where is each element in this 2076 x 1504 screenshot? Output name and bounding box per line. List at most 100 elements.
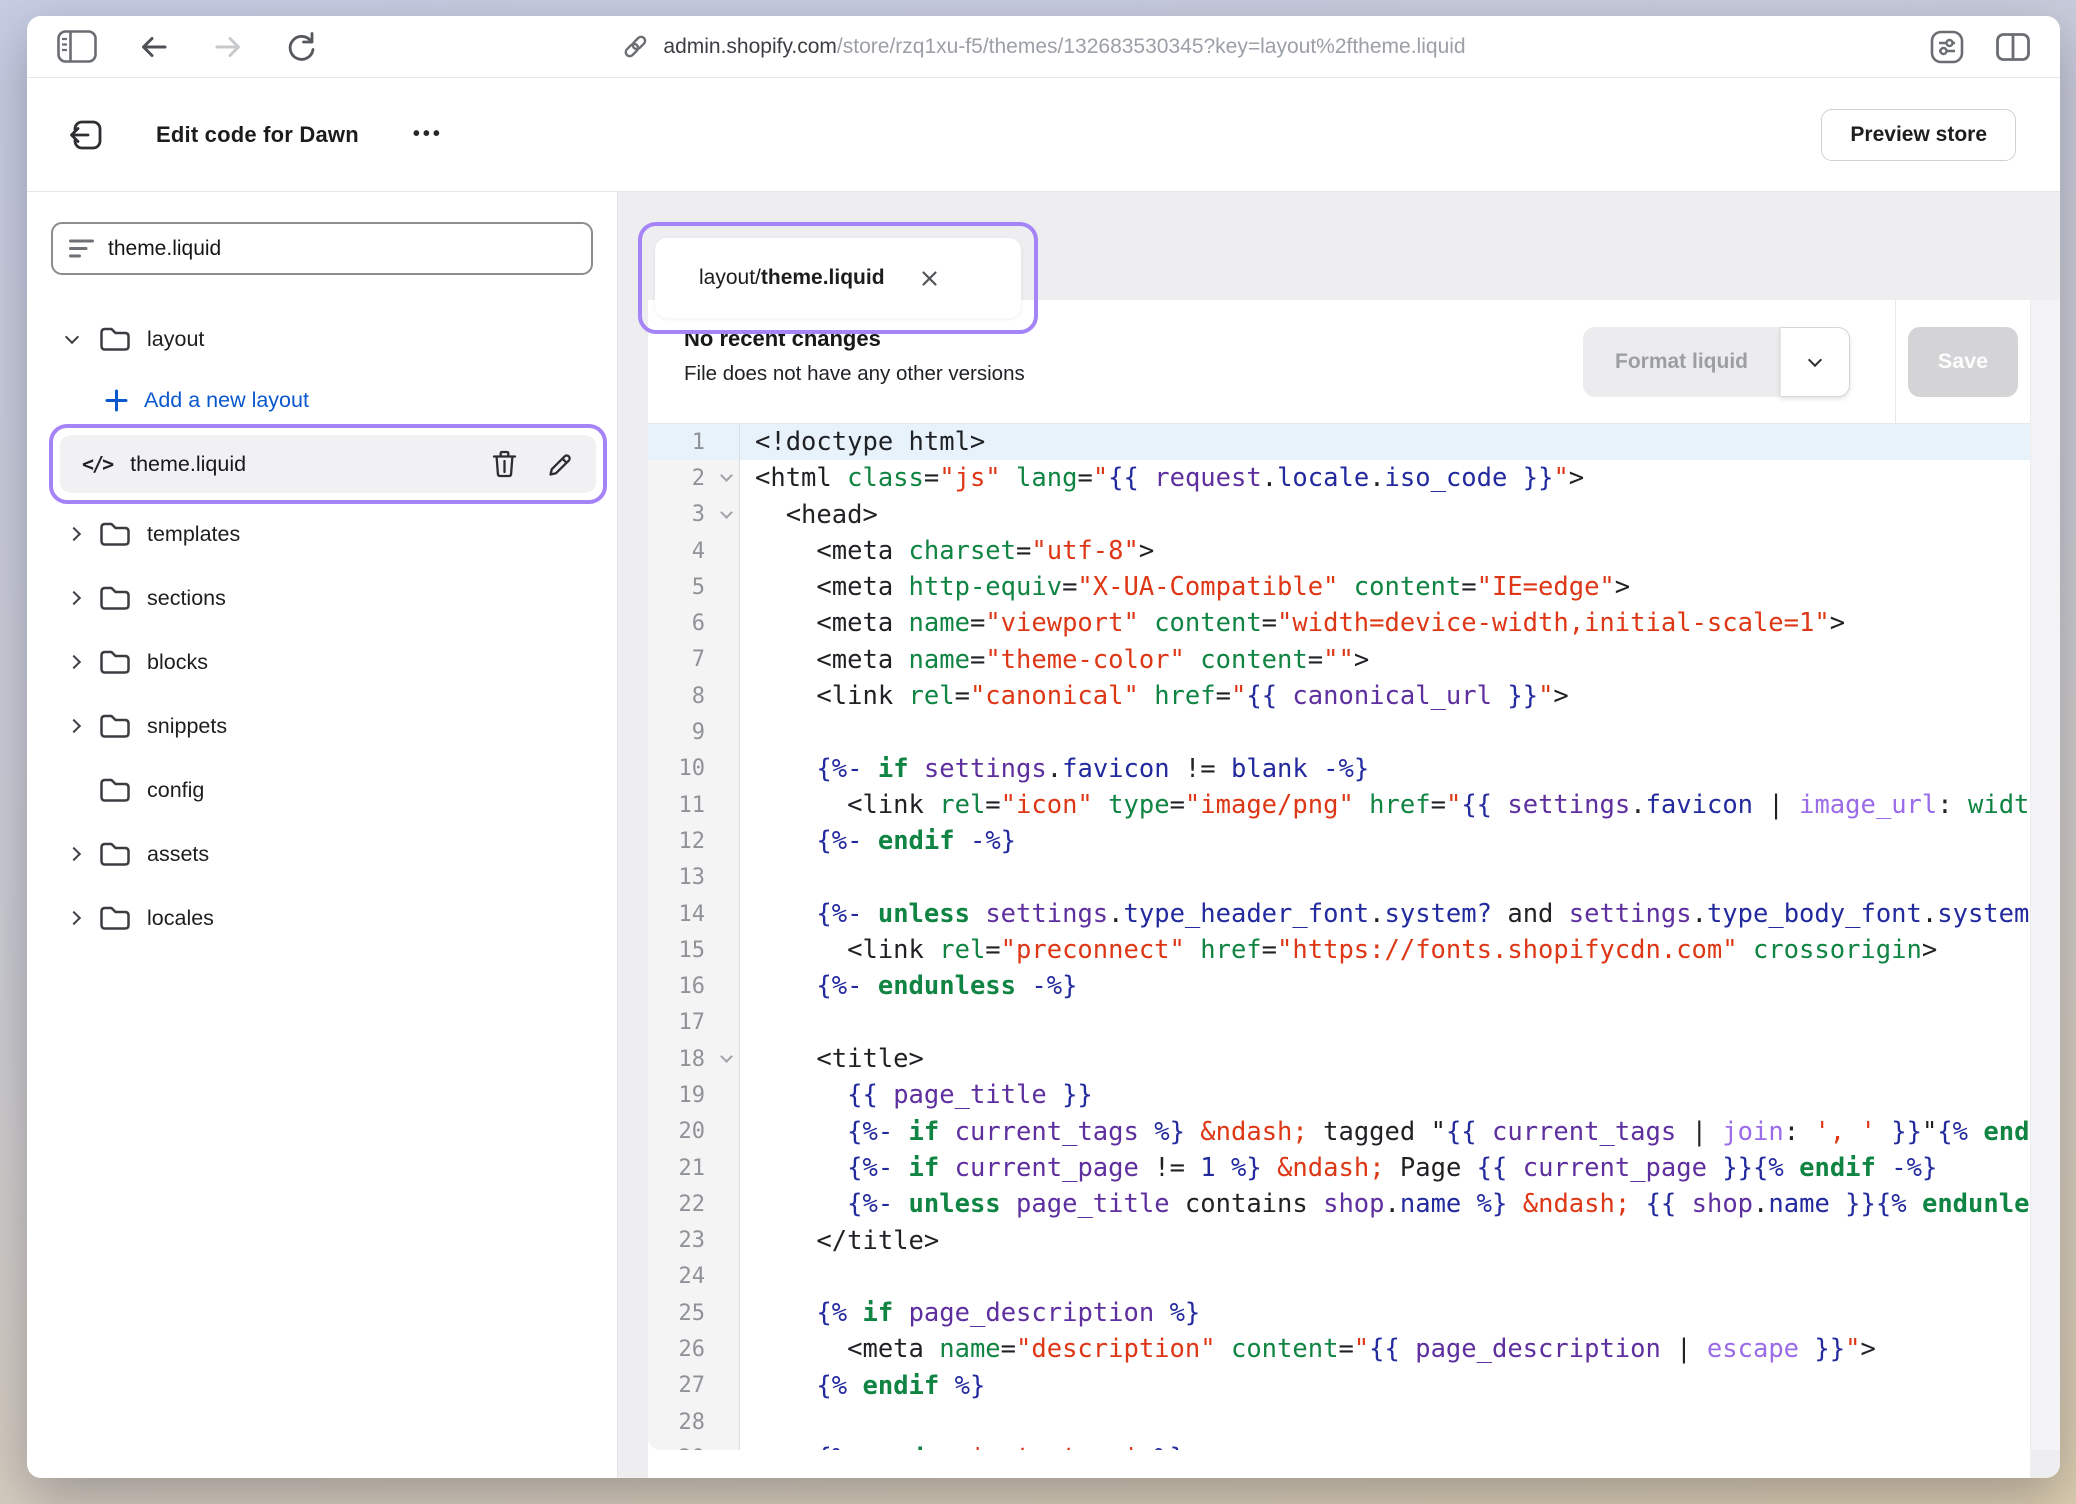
code-line[interactable]: 18 <title> [648,1041,2030,1077]
code-line-text[interactable]: <html class="js" lang="{{ request.locale… [740,460,2030,496]
fold-toggle-icon[interactable] [720,506,733,519]
code-line-text[interactable]: {%- unless page_title contains shop.name… [740,1186,2030,1222]
url-bar[interactable]: admin.shopify.com/store/rzq1xu-f5/themes… [621,16,1465,77]
code-line-text[interactable]: <title> [740,1041,2030,1077]
code-line-text[interactable]: <head> [740,497,2030,533]
split-view-button[interactable] [1996,33,2030,61]
code-line[interactable]: 6 <meta name="viewport" content="width=d… [648,605,2030,641]
code-line-text[interactable] [740,860,2030,896]
code-line[interactable]: 25 {% if page_description %} [648,1295,2030,1331]
chevron-right-icon[interactable] [67,721,99,731]
code-line[interactable]: 9 [648,714,2030,750]
code-line-text[interactable]: {% endif %} [740,1368,2030,1404]
code-line-text[interactable]: {%- if current_tags %} &ndash; tagged "{… [740,1114,2030,1150]
code-line[interactable]: 7 <meta name="theme-color" content=""> [648,642,2030,678]
code-line[interactable]: 1<!doctype html> [648,424,2030,460]
code-line[interactable]: 29 {% render 'meta-tags' %} [648,1440,2030,1450]
code-line-text[interactable] [740,714,2030,750]
code-line[interactable]: 4 <meta charset="utf-8"> [648,533,2030,569]
code-line-text[interactable]: <meta http-equiv="X-UA-Compatible" conte… [740,569,2030,605]
reload-button[interactable] [285,30,317,64]
code-line[interactable]: 12 {%- endif -%} [648,823,2030,859]
code-line[interactable]: 21 {%- if current_page != 1 %} &ndash; P… [648,1150,2030,1186]
add-layout-button[interactable]: Add a new layout [51,378,593,422]
sidebar-folder-blocks[interactable]: blocks [51,640,593,684]
browser-sidebar-toggle-button[interactable] [57,30,97,63]
code-line-text[interactable]: {% if page_description %} [740,1295,2030,1331]
code-line[interactable]: 15 <link rel="preconnect" href="https://… [648,932,2030,968]
sidebar-folder-templates[interactable]: templates [51,512,593,556]
tab-layout-theme-liquid[interactable]: layout/theme.liquid [655,238,1021,318]
code-line[interactable]: 20 {%- if current_tags %} &ndash; tagged… [648,1114,2030,1150]
code-line-text[interactable]: {%- unless settings.type_header_font.sys… [740,896,2030,932]
code-line[interactable]: 28 [648,1404,2030,1440]
exit-editor-button[interactable] [67,117,104,153]
code-line[interactable]: 11 <link rel="icon" type="image/png" hre… [648,787,2030,823]
code-line-text[interactable]: {%- if current_page != 1 %} &ndash; Page… [740,1150,2030,1186]
code-line[interactable]: 23 </title> [648,1223,2030,1259]
sidebar-folder-assets[interactable]: assets [51,832,593,876]
code-line-text[interactable]: {% render 'meta-tags' %} [740,1440,2030,1450]
chevron-right-icon[interactable] [67,529,99,539]
format-liquid-button[interactable]: Format liquid [1583,327,1780,397]
code-line[interactable]: 27 {% endif %} [648,1368,2030,1404]
code-line-text[interactable] [740,1259,2030,1295]
code-line-text[interactable]: <meta name="viewport" content="width=dev… [740,605,2030,641]
code-line[interactable]: 22 {%- unless page_title contains shop.n… [648,1186,2030,1222]
format-dropdown-button[interactable] [1780,327,1850,397]
code-line-text[interactable] [740,1404,2030,1440]
chevron-down-icon[interactable] [67,336,99,342]
code-line[interactable]: 5 <meta http-equiv="X-UA-Compatible" con… [648,569,2030,605]
page-settings-button[interactable] [1930,30,1964,64]
file-filter-box[interactable] [51,222,593,275]
code-line-text[interactable]: <link rel="canonical" href="{{ canonical… [740,678,2030,714]
chevron-right-icon[interactable] [67,593,99,603]
fold-toggle-icon[interactable] [720,1050,733,1063]
save-button[interactable]: Save [1908,327,2018,397]
sidebar-folder-sections[interactable]: sections [51,576,593,620]
code-editor[interactable]: 1<!doctype html>2<html class="js" lang="… [648,424,2030,1450]
code-line-text[interactable]: </title> [740,1223,2030,1259]
code-line-text[interactable]: {{ page_title }} [740,1077,2030,1113]
preview-store-button[interactable]: Preview store [1821,109,2016,161]
code-line-text[interactable]: {%- if settings.favicon != blank -%} [740,751,2030,787]
chevron-right-icon[interactable] [67,849,99,859]
code-line-text[interactable]: {%- endif -%} [740,823,2030,859]
code-line-text[interactable] [740,1005,2030,1041]
sidebar-folder-snippets[interactable]: snippets [51,704,593,748]
back-button[interactable] [137,32,171,62]
code-line-text[interactable]: <meta charset="utf-8"> [740,533,2030,569]
code-line[interactable]: 8 <link rel="canonical" href="{{ canonic… [648,678,2030,714]
more-menu-button[interactable]: ••• [413,123,443,146]
code-line-text[interactable]: <meta name="description" content="{{ pag… [740,1331,2030,1367]
code-line[interactable]: 19 {{ page_title }} [648,1077,2030,1113]
code-line[interactable]: 16 {%- endunless -%} [648,968,2030,1004]
chevron-right-icon[interactable] [67,657,99,667]
fold-toggle-icon[interactable] [720,470,733,483]
sidebar-folder-layout[interactable]: layout [51,317,593,361]
editor-scrollbar[interactable] [2030,300,2060,1450]
code-line[interactable]: 24 [648,1259,2030,1295]
code-line-text[interactable]: <meta name="theme-color" content=""> [740,642,2030,678]
chevron-right-icon[interactable] [67,913,99,923]
sidebar-file-theme-liquid[interactable]: </>theme.liquid [60,435,596,493]
code-line[interactable]: 17 [648,1005,2030,1041]
rename-file-button[interactable] [547,451,574,478]
code-line[interactable]: 10 {%- if settings.favicon != blank -%} [648,751,2030,787]
code-line[interactable]: 13 [648,860,2030,896]
delete-file-button[interactable] [492,450,517,478]
code-line[interactable]: 2<html class="js" lang="{{ request.local… [648,460,2030,496]
code-line[interactable]: 14 {%- unless settings.type_header_font.… [648,896,2030,932]
code-line-text[interactable]: {%- endunless -%} [740,968,2030,1004]
code-line-text[interactable]: <link rel="preconnect" href="https://fon… [740,932,2030,968]
tab-close-button[interactable] [921,270,938,287]
code-line[interactable]: 26 <meta name="description" content="{{ … [648,1331,2030,1367]
sidebar-folder-locales[interactable]: locales [51,896,593,940]
line-number: 19 [648,1077,740,1113]
forward-button[interactable] [211,32,245,62]
file-filter-input[interactable] [108,237,575,261]
sidebar-folder-config[interactable]: config [51,768,593,812]
code-line-text[interactable]: <link rel="icon" type="image/png" href="… [740,787,2030,823]
code-line[interactable]: 3 <head> [648,497,2030,533]
code-line-text[interactable]: <!doctype html> [740,424,2030,460]
